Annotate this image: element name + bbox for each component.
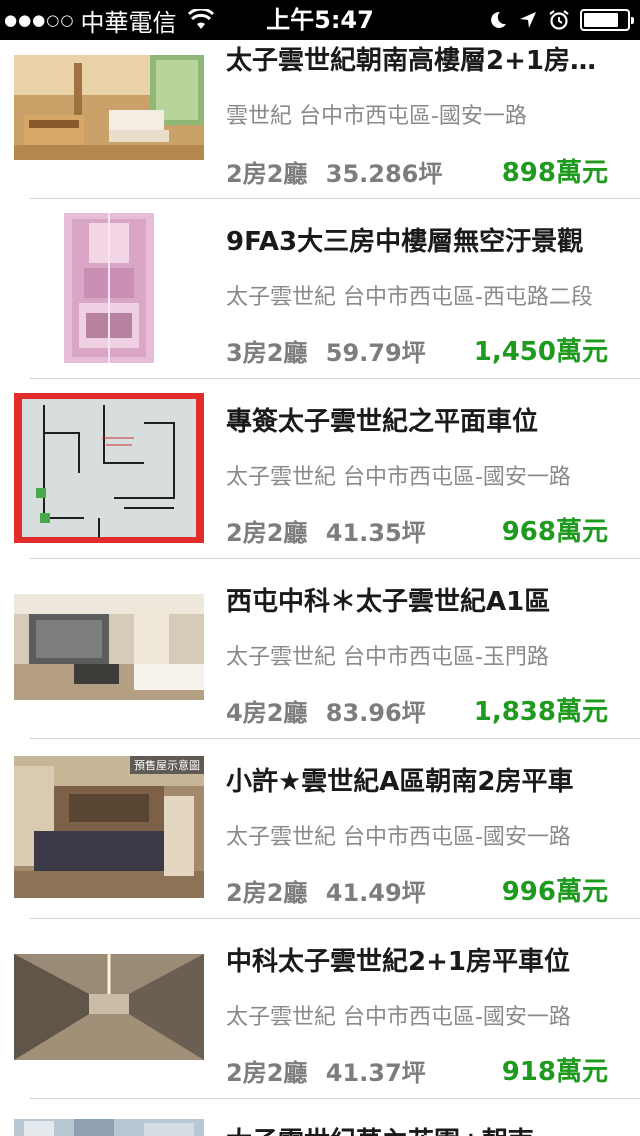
- listing-price: 1,838萬元: [473, 697, 608, 727]
- list-item[interactable]: 中科太子雲世紀2+1房平車位 太子雲世紀 台中市西屯區-國安一路 2房2廳 41…: [0, 919, 640, 1099]
- listing-rooms-area: 3房2廳 59.79坪: [226, 333, 426, 368]
- listing-price: 918萬元: [501, 1057, 608, 1087]
- listing-area: 35.286坪: [325, 160, 443, 188]
- listing-price: 898萬元: [501, 158, 608, 188]
- building-exterior-photo: [14, 1119, 204, 1136]
- listing-price: 996萬元: [501, 877, 608, 907]
- listing-rooms: 4房2廳: [226, 699, 308, 727]
- list-item[interactable]: 專簽太子雲世紀之平面車位 太子雲世紀 台中市西屯區-國安一路 2房2廳 41.3…: [0, 379, 640, 559]
- listing-area: 41.35坪: [325, 519, 426, 547]
- list-item[interactable]: 9FA3大三房中樓層無空汙景觀 太子雲世紀 台中市西屯區-西屯路二段 3房2廳 …: [0, 199, 640, 379]
- listing-photo[interactable]: [64, 213, 154, 363]
- list-item[interactable]: 太子雲世紀朝南高樓層2+1房平車 雲世紀 台中市西屯區-國安一路 2房2廳 35…: [0, 20, 640, 200]
- status-bar: ●●●○○ 中華電信 上午5:47: [0, 0, 640, 40]
- living-room-photo: [14, 55, 204, 160]
- listing-rooms: 2房2廳: [226, 1059, 308, 1087]
- listing-rooms-area: 2房2廳 35.286坪: [226, 154, 442, 189]
- listing-photo[interactable]: 預售屋示意圖: [14, 756, 204, 898]
- listing-area: 41.49坪: [325, 879, 426, 907]
- living-room-photo: [14, 594, 204, 700]
- location-arrow-icon: [520, 12, 536, 28]
- list-item[interactable]: 太子雲世紀草內花園+朝南: [0, 1099, 640, 1136]
- listing-title[interactable]: 西屯中科＊太子雲世紀A1區: [226, 581, 610, 618]
- moon-icon: [491, 11, 506, 28]
- listing-title[interactable]: 太子雲世紀草內花園+朝南: [226, 1121, 610, 1136]
- list-item[interactable]: 預售屋示意圖 小許★雲世紀A區朝南2房平車 太子雲世紀 台中市西屯區-國安一路 …: [0, 739, 640, 919]
- listing-rooms-area: 2房2廳 41.49坪: [226, 873, 426, 908]
- listing-price: 968萬元: [501, 517, 608, 547]
- listing-title[interactable]: 太子雲世紀朝南高樓層2+1房平車: [226, 40, 610, 77]
- listing-price: 1,450萬元: [473, 337, 608, 367]
- listing-area: 83.96坪: [325, 699, 426, 727]
- alarm-clock-icon: [549, 10, 569, 30]
- bedroom-photo: [14, 756, 204, 898]
- listing-rooms: 2房2廳: [226, 519, 308, 547]
- listing-location: 太子雲世紀 台中市西屯區-西屯路二段: [226, 285, 593, 310]
- listing-rooms-area: 2房2廳 41.37坪: [226, 1053, 426, 1088]
- listing-rooms: 2房2廳: [226, 160, 308, 188]
- listing-location: 太子雲世紀 台中市西屯區-國安一路: [226, 465, 571, 490]
- listing-title[interactable]: 9FA3大三房中樓層無空汙景觀: [226, 221, 610, 258]
- listing-photo[interactable]: [14, 1119, 204, 1136]
- listing-title[interactable]: 專簽太子雲世紀之平面車位: [226, 401, 610, 438]
- listing-title[interactable]: 小許★雲世紀A區朝南2房平車: [226, 761, 610, 798]
- listing-rooms-area: 2房2廳 41.35坪: [226, 513, 426, 548]
- battery-icon: [580, 9, 634, 31]
- listing-location: 太子雲世紀 台中市西屯區-國安一路: [226, 1005, 571, 1030]
- listing-area: 59.79坪: [325, 339, 426, 367]
- battery-level: [584, 13, 618, 27]
- listing-photo[interactable]: [14, 954, 204, 1060]
- listing-photo[interactable]: [14, 55, 204, 160]
- listing-photo[interactable]: [14, 594, 204, 700]
- listing-photo[interactable]: [14, 393, 204, 543]
- listing-location: 太子雲世紀 台中市西屯區-玉門路: [226, 645, 549, 670]
- building-interior-photo: [64, 213, 154, 363]
- floor-plan-photo: [14, 393, 204, 543]
- photo-tag: 預售屋示意圖: [130, 756, 204, 774]
- listing-rooms-area: 4房2廳 83.96坪: [226, 693, 426, 728]
- listing-rooms: 3房2廳: [226, 339, 308, 367]
- listing-area: 41.37坪: [325, 1059, 426, 1087]
- listing-title[interactable]: 中科太子雲世紀2+1房平車位: [226, 941, 610, 978]
- list-item[interactable]: 西屯中科＊太子雲世紀A1區 太子雲世紀 台中市西屯區-玉門路 4房2廳 83.9…: [0, 559, 640, 739]
- hallway-photo: [14, 954, 204, 1060]
- listing-rooms: 2房2廳: [226, 879, 308, 907]
- listing-location: 太子雲世紀 台中市西屯區-國安一路: [226, 825, 571, 850]
- listing-location: 雲世紀 台中市西屯區-國安一路: [226, 104, 527, 129]
